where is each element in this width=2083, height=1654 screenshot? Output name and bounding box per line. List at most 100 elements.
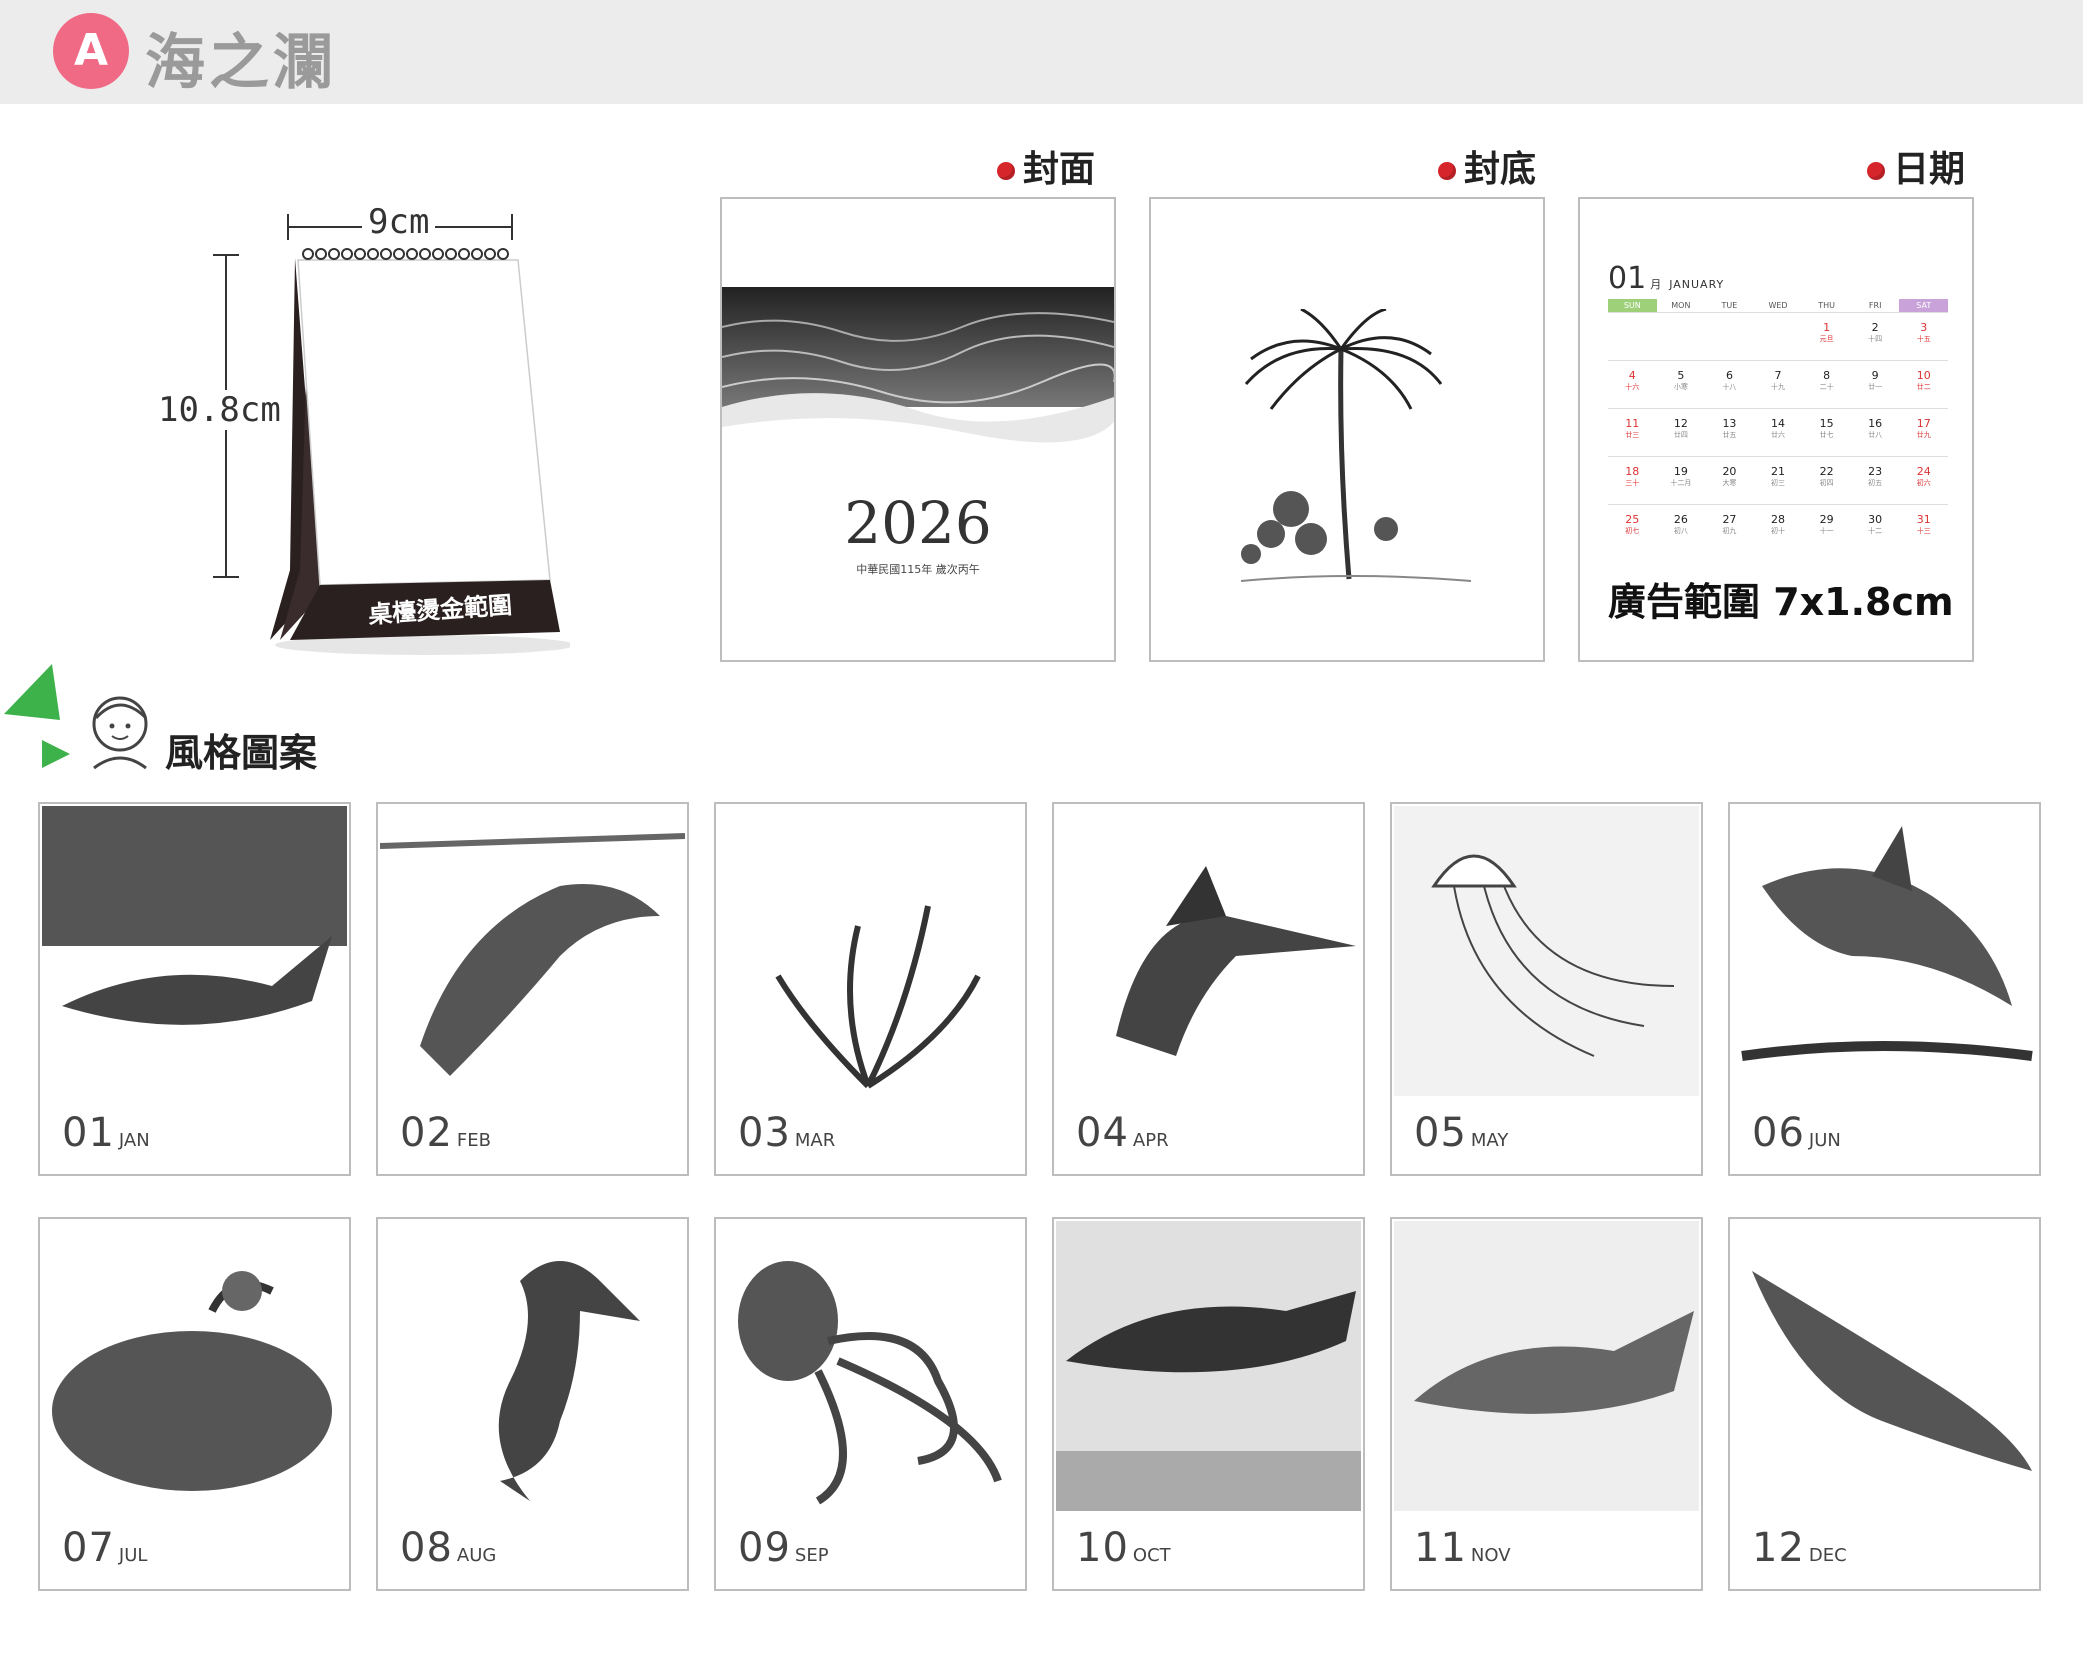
calendar-day-cell: 7 十九 [1754,361,1803,408]
calendar-day-cell: 15 廿七 [1802,409,1851,456]
day-number: 23 [1868,465,1883,478]
calendar-day-cell: 28 初十 [1754,505,1803,552]
day-number: 29 [1819,513,1834,526]
calendar-week-row: 4 十六 5 小寒 6 十八 7 十九 8 二十 9 廿一 10 廿二 [1608,360,1948,408]
seahorse-illustration [498,1261,640,1501]
calendar-week-row: 1 元旦 2 十四 3 十五 [1608,312,1948,360]
month-abbr: JAN [118,1130,150,1151]
lunar-date: 初七 [1625,527,1640,535]
lunar-date: 十六 [1625,383,1640,391]
cover-year: 2026 [844,489,992,557]
month-card-jan: 01 JAN [38,802,351,1176]
back-heading: 封底 [1438,140,1536,192]
calendar-day-cell: 12 廿四 [1657,409,1706,456]
month-card-oct: 10 OCT [1052,1217,1365,1591]
calendar-day-cell: 25 初七 [1608,505,1657,552]
month-number: 11 [1414,1525,1467,1571]
day-number: 25 [1625,513,1640,526]
humpback-whale-illustration [42,806,347,1025]
weekday-label: SAT [1899,299,1949,312]
day-number: 11 [1625,417,1640,430]
month-number: 10 [1076,1525,1129,1571]
calendar-day-cell: 31 十三 [1899,505,1948,552]
lunar-date: 初三 [1771,479,1786,487]
width-label: 9cm [362,202,436,242]
month-label: 07 JUL [62,1525,147,1571]
day-number: 30 [1868,513,1883,526]
lunar-date: 十五 [1916,335,1931,343]
day-number: 3 [1920,321,1928,334]
weekday-label: WED [1768,301,1788,310]
shark-illustration [1741,826,2033,1061]
lunar-date: 十二月 [1670,479,1692,487]
lunar-date: 廿一 [1868,383,1883,391]
month-abbr: OCT [1132,1545,1171,1566]
calendar-week-row: 18 三十 19 十二月 20 大寒 21 初三 22 初四 23 初五 24 初六 [1608,456,1948,504]
day-number: 17 [1916,417,1931,430]
lunar-date: 三十 [1625,479,1640,487]
bullet-dot-icon [997,162,1015,180]
lunar-date: 初九 [1722,527,1737,535]
day-number: 31 [1916,513,1931,526]
calendar-day-cell: 1 元旦 [1802,313,1851,360]
calendar-day-cell: 23 初五 [1851,457,1900,504]
lunar-date: 十三 [1916,527,1931,535]
weekday-label: TUE [1721,301,1738,310]
month-abbr: APR [1132,1130,1169,1151]
day-number: 19 [1673,465,1688,478]
month-card-jun: 06 JUN [1728,802,2041,1176]
swordfish-illustration [1116,866,1356,1056]
pencil-girl-icon [4,664,148,770]
month-abbr: JUN [1808,1130,1841,1151]
lunar-date: 廿五 [1722,431,1737,439]
calendar-day-cell: 19 十二月 [1657,457,1706,504]
calendar-day-cell: 9 廿一 [1851,361,1900,408]
month-number: 07 [62,1525,115,1571]
date-page-panel: 01 月 JANUARY SUN MON TUE WED THU FRI SAT 1 元旦 2 十四 3… [1578,197,1974,662]
day-number: 15 [1819,417,1834,430]
lunar-date: 十一 [1819,527,1834,535]
lunar-date: 小寒 [1673,383,1688,391]
month-label: 08 AUG [400,1525,496,1571]
month-abbr: FEB [456,1130,491,1151]
cover-subtitle: 中華民國115年 歲次丙午 [856,563,980,576]
day-number: 24 [1916,465,1931,478]
lunar-date: 十八 [1722,383,1737,391]
calendar-day-cell: 24 初六 [1899,457,1948,504]
octopus-illustration [738,1261,1002,1505]
header-bar: A 海之瀾 [0,0,2083,104]
weekday-label: THU [1818,301,1835,310]
cover-panel: 2026 中華民國115年 歲次丙午 [720,197,1116,662]
month-card-dec: 12 DEC [1728,1217,2041,1591]
badge-a: A [53,13,129,89]
weekday-label: FRI [1868,301,1882,310]
ad-area-label: 廣告範圍 7x1.8cm [1608,580,1954,624]
lunar-date: 十二 [1868,527,1883,535]
calendar-day-cell: 11 廿三 [1608,409,1657,456]
month-label: 11 NOV [1414,1525,1511,1571]
day-number: 6 [1725,369,1733,382]
bullet-dot-icon [1438,162,1456,180]
trout-illustration [1752,1271,2032,1471]
calendar-day-cell: 16 廿八 [1851,409,1900,456]
calendar-day-cell: 30 十二 [1851,505,1900,552]
month-number: 12 [1752,1525,1805,1571]
month-label: 03 MAR [738,1110,835,1156]
dolphin-illustration [380,833,685,1076]
month-label: 10 OCT [1076,1525,1171,1571]
day-number: 10 [1916,369,1931,382]
lunar-date: 元旦 [1819,335,1834,343]
lunar-date: 廿六 [1771,431,1786,439]
ocean-wave-illustration [722,287,1114,477]
weekday-label: SUN [1608,299,1657,312]
desk-calendar-mockup: 桌檯燙金範圍 [260,240,575,660]
day-number: 14 [1771,417,1786,430]
day-number: 26 [1673,513,1688,526]
page-title: 海之瀾 [145,28,337,98]
calendar-day-cell [1754,313,1803,360]
calendar-day-cell: 3 十五 [1899,313,1948,360]
back-cover-panel [1149,197,1545,662]
seaweed-illustration [775,905,981,1089]
jellyfish-illustration [1394,806,1699,1096]
day-number: 18 [1625,465,1640,478]
